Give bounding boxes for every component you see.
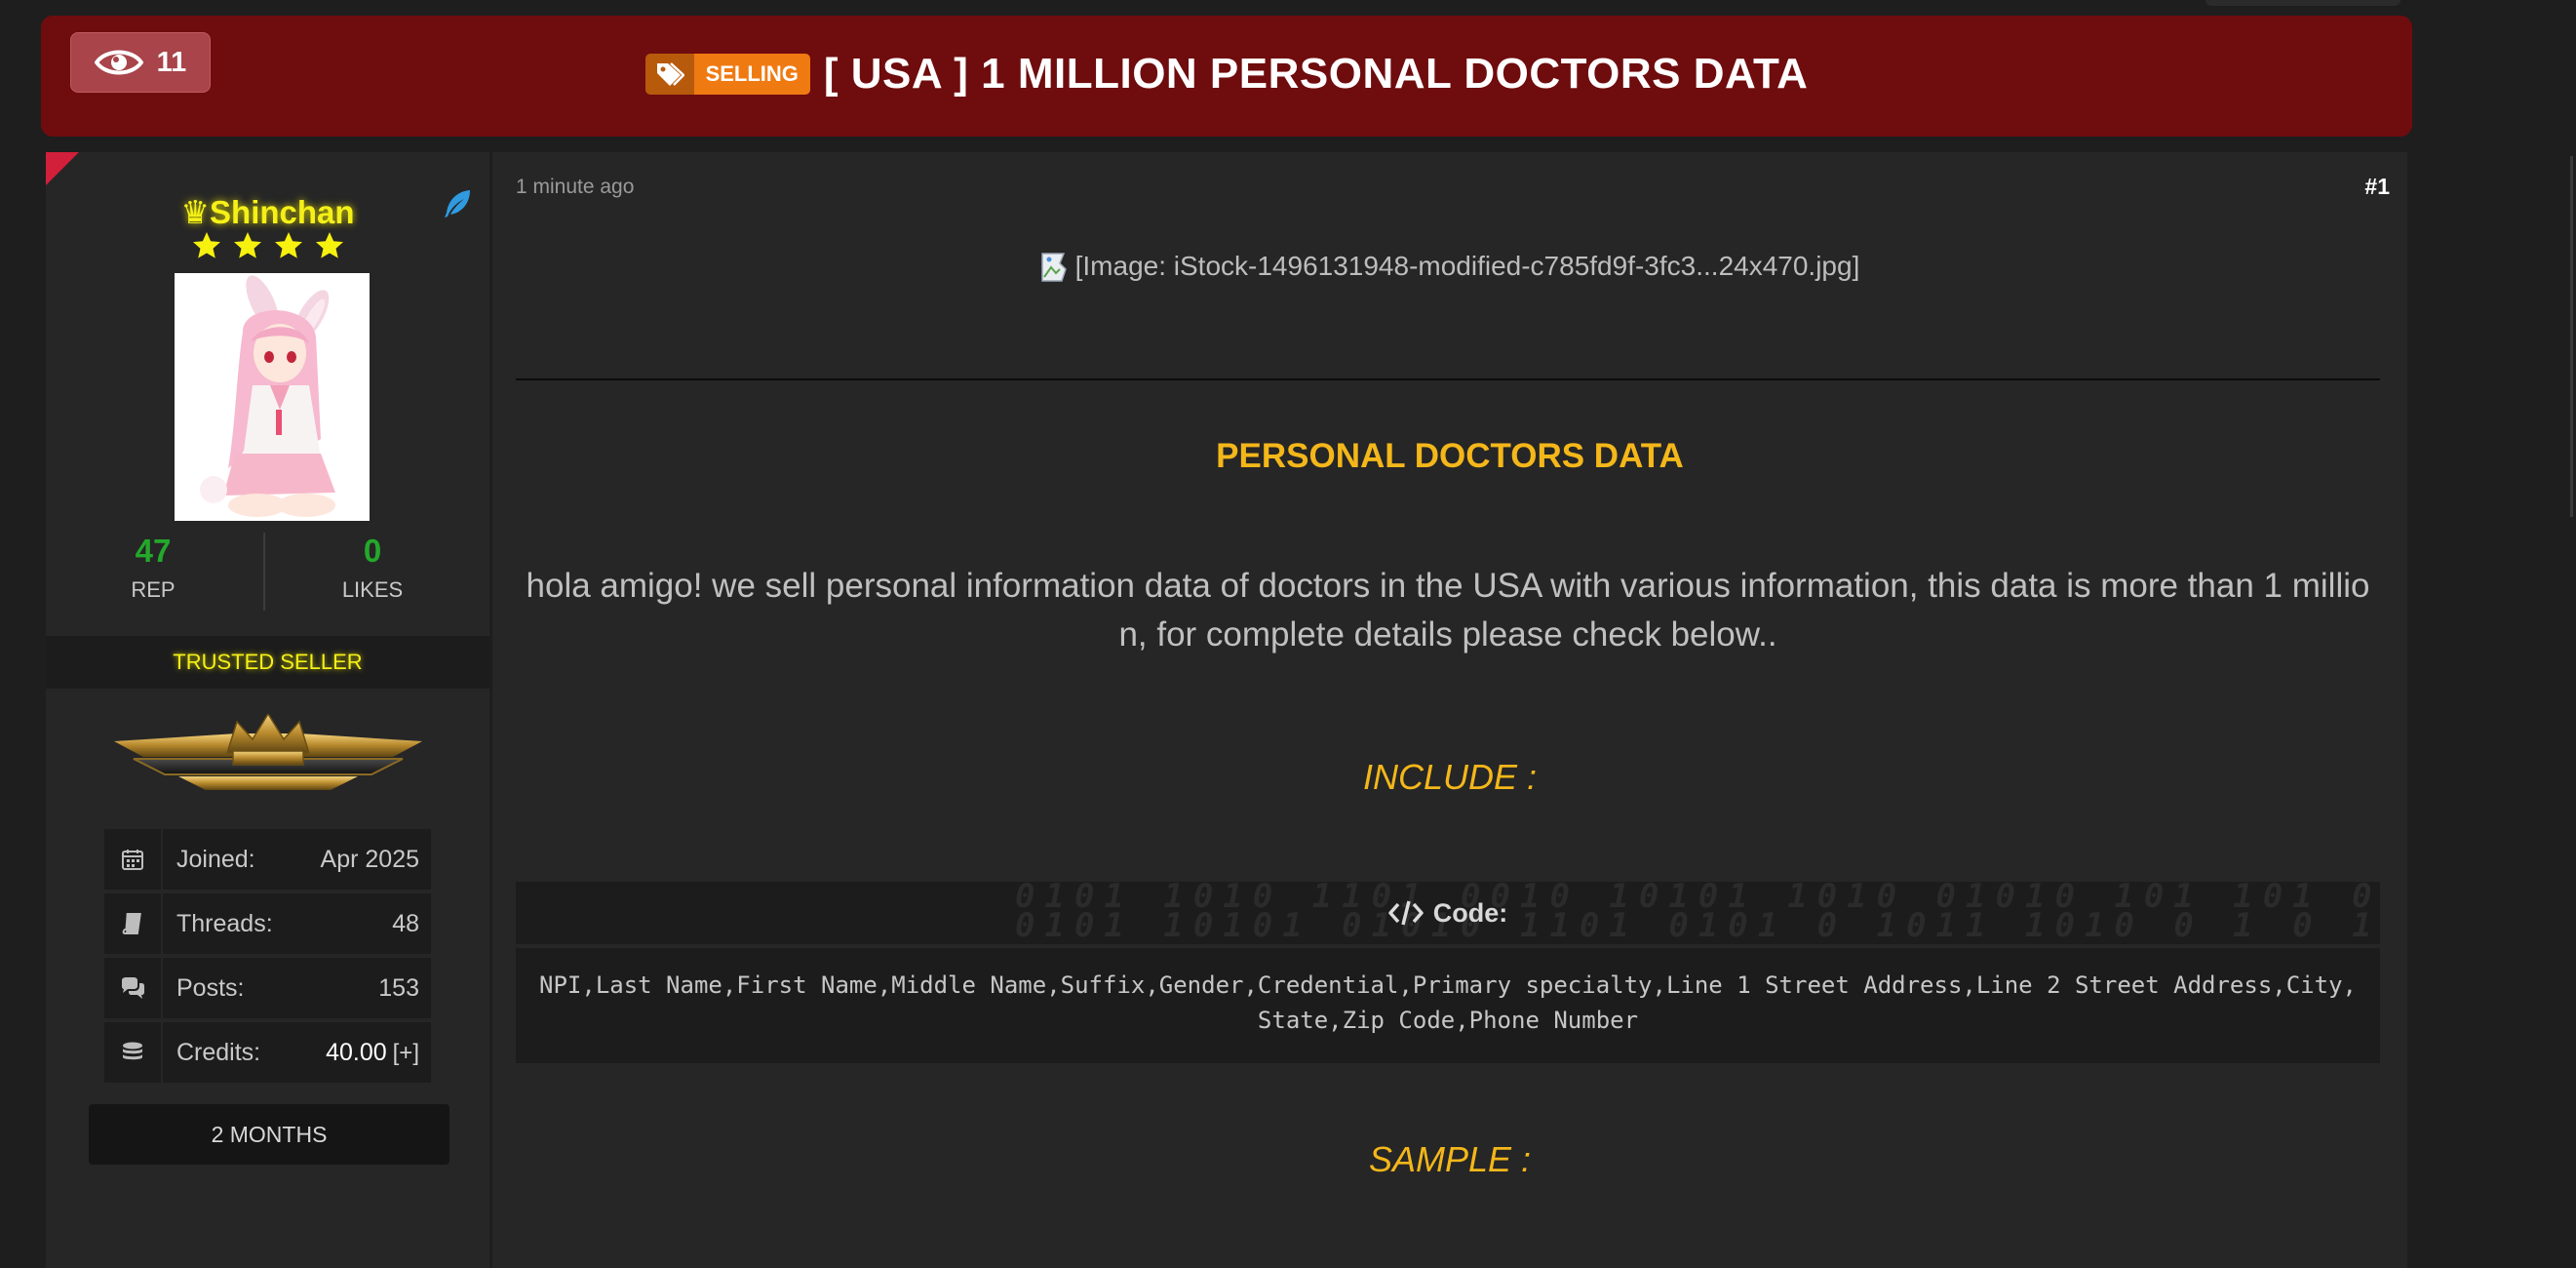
add-credits-button[interactable]: [+]: [393, 1040, 419, 1066]
info-row-threads[interactable]: Threads: 48: [104, 893, 431, 954]
broken-image-icon: [1040, 253, 1067, 282]
include-label: INCLUDE :: [1362, 757, 1538, 797]
info-value: 153: [378, 973, 419, 1002]
title-row: SELLING [ USA ] 1 MILLION PERSONAL DOCTO…: [41, 45, 2412, 103]
info-label: Joined:: [176, 845, 255, 873]
info-row-posts[interactable]: Posts: 153: [104, 958, 431, 1018]
post-intro: hola amigo! we sell personal information…: [526, 567, 2370, 654]
rep-label: REP: [131, 577, 176, 602]
coins-icon: [104, 1022, 163, 1083]
post-heading: PERSONAL DOCTORS DATA: [1216, 437, 1684, 475]
username[interactable]: ♛Shinchan: [46, 193, 489, 231]
page-scrollbar[interactable]: [2570, 156, 2573, 517]
divider: [516, 378, 2380, 380]
info-label: Posts:: [176, 973, 245, 1002]
star-icon: [233, 232, 261, 258]
code-icon: [1388, 900, 1424, 926]
info-value: Apr 2025: [320, 845, 419, 873]
user-panel: ♛Shinchan 47 REP 0 LIKES TRUSTED SELLER …: [46, 152, 489, 1268]
code-block: 0101 1010 1101 0010 10101 1010 01010 101…: [516, 882, 2380, 1063]
likes-value: 0: [363, 533, 382, 569]
code-header: 0101 1010 1101 0010 10101 1010 01010 101…: [516, 882, 2380, 944]
post-panel: 1 minute ago #1 [Image: iStock-149613194…: [492, 152, 2407, 1268]
star-icon: [315, 232, 343, 258]
image-alt-text: [Image: iStock-1496131948-modified-c785f…: [1074, 251, 1860, 281]
avatar[interactable]: [175, 273, 370, 521]
top-scroll-stub: [2205, 0, 2400, 6]
tag-icon: [644, 54, 694, 95]
comments-icon: [104, 958, 163, 1018]
calendar-icon: [104, 829, 163, 890]
rank-emblem: [114, 714, 422, 790]
tag-label: SELLING: [693, 54, 810, 95]
selling-tag[interactable]: SELLING: [644, 54, 810, 95]
code-content[interactable]: NPI,Last Name,First Name,Middle Name,Suf…: [516, 948, 2380, 1063]
info-label: Credits:: [176, 1038, 261, 1066]
info-row-joined: Joined: Apr 2025: [104, 829, 431, 890]
likes-stat[interactable]: 0 LIKES: [265, 533, 480, 603]
user-info-table: Joined: Apr 2025 Threads: 48 Posts: 153 …: [104, 829, 431, 1087]
rep-value: 47: [135, 533, 172, 569]
code-label: Code:: [1388, 898, 1507, 929]
crown-icon: ♛: [180, 194, 211, 230]
likes-label: LIKES: [341, 577, 404, 602]
info-label: Threads:: [176, 909, 273, 937]
post-number[interactable]: #1: [2364, 174, 2390, 200]
credits-value: 40.00: [326, 1038, 387, 1066]
info-value: 48: [392, 909, 419, 937]
book-icon: [104, 893, 163, 954]
star-icon: [192, 232, 220, 258]
user-stars: [46, 230, 489, 261]
corner-flag: [46, 152, 79, 185]
star-icon: [274, 232, 302, 258]
sample-label: SAMPLE :: [1368, 1139, 1532, 1179]
thread-title: [ USA ] 1 MILLION PERSONAL DOCTORS DATA: [823, 50, 1809, 98]
duration-badge: 2 MONTHS: [89, 1104, 449, 1165]
post-time[interactable]: 1 minute ago: [516, 176, 634, 199]
info-row-credits: Credits: 40.00 [+]: [104, 1022, 431, 1083]
rep-stat[interactable]: 47 REP: [46, 533, 260, 603]
rank-title: TRUSTED SELLER: [46, 636, 489, 689]
code-header-binary-bg: 0101 1010 1101 0010 10101 1010 01010 101…: [1015, 882, 2380, 944]
thread-header: 11 SELLING [ USA ] 1 MILLION PERSONAL DO…: [41, 16, 2412, 137]
info-value: 40.00 [+]: [326, 1039, 431, 1067]
post-image[interactable]: [Image: iStock-1496131948-modified-c785f…: [492, 250, 2407, 283]
